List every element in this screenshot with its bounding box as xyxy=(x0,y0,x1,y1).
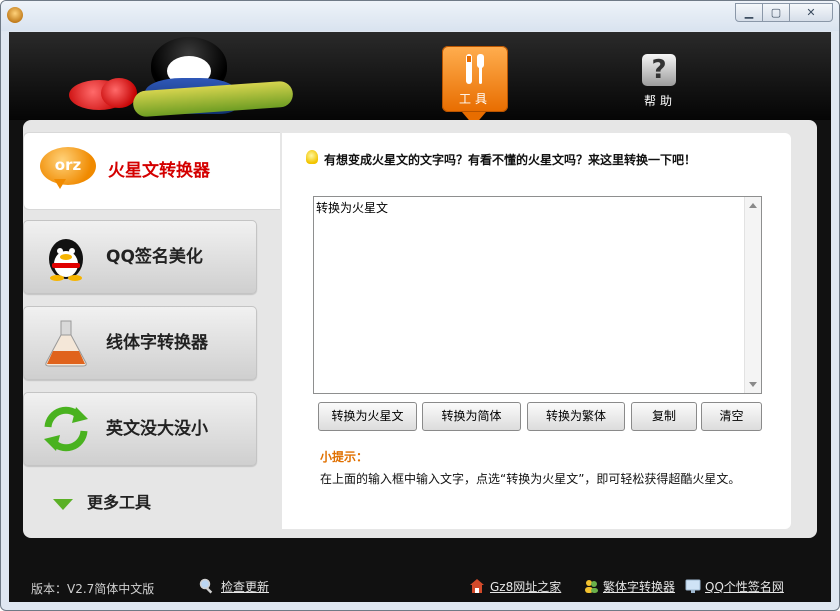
nav-tools-label: 工具 xyxy=(458,92,491,106)
help-icon: ? xyxy=(642,54,676,86)
tips-title: 小提示： xyxy=(320,450,369,464)
scroll-up-icon[interactable] xyxy=(749,203,757,208)
maximize-button[interactable]: ▢ xyxy=(762,3,790,22)
sidebar-item-martian[interactable]: orz 火星文转换器 xyxy=(23,132,280,210)
window-controls: ▁ ▢ ✕ xyxy=(735,3,833,22)
sidebar-item-label: 线体字转换器 xyxy=(106,333,208,353)
minimize-icon: ▁ xyxy=(744,6,754,19)
orz-bubble-tail xyxy=(54,179,66,189)
input-textarea[interactable]: 转换为火星文 xyxy=(313,196,762,394)
maximize-icon: ▢ xyxy=(770,6,782,19)
monitor-icon xyxy=(685,579,701,593)
chevron-down-icon xyxy=(53,499,73,510)
sidebar-item-qq-signature[interactable]: QQ签名美化 xyxy=(23,220,257,294)
lightbulb-icon xyxy=(306,150,318,164)
sidebar-item-case-converter[interactable]: 英文没大没小 xyxy=(23,392,257,466)
flask-icon xyxy=(45,320,87,367)
tools-icon xyxy=(466,54,484,84)
nav-help-button[interactable]: ? 帮助 xyxy=(627,46,693,112)
orz-bubble-icon: orz xyxy=(40,147,96,185)
convert-to-simplified-button[interactable]: 转换为简体 xyxy=(422,402,521,431)
close-button[interactable]: ✕ xyxy=(789,3,833,22)
app-window: ▁ ▢ ✕ 工具 ? 帮助 orz 火星文转换器 QQ签名美化 线体字转换器 英… xyxy=(0,0,840,611)
refresh-arrows-icon xyxy=(44,406,88,452)
app-logo xyxy=(55,34,315,118)
footer-link-gz8[interactable]: Gz8网址之家 xyxy=(490,578,561,595)
sidebar: orz 火星文转换器 QQ签名美化 线体字转换器 英文没大没小 更多工具 xyxy=(23,132,280,528)
magnifier-icon xyxy=(199,578,213,594)
sidebar-item-label: QQ签名美化 xyxy=(106,247,203,267)
nav-tools-button[interactable]: 工具 xyxy=(442,46,508,112)
more-tools-label: 更多工具 xyxy=(87,493,152,512)
close-icon: ✕ xyxy=(806,6,816,19)
check-update-link[interactable]: 检查更新 xyxy=(221,578,269,595)
clear-button[interactable]: 清空 xyxy=(701,402,762,431)
scroll-down-icon[interactable] xyxy=(749,382,757,387)
sidebar-item-line-font[interactable]: 线体字转换器 xyxy=(23,306,257,380)
version-label: 版本：V2.7简体中文版 xyxy=(31,582,155,596)
tips-body: 在上面的输入框中输入文字，点选“转换为火星文”，即可轻松获得超酷火星文。 xyxy=(320,472,741,486)
status-footer: 版本：V2.7简体中文版 检查更新 Gz8网址之家 繁体字转换器 QQ个性签名网 xyxy=(9,548,831,602)
sidebar-item-label: 英文没大没小 xyxy=(106,419,208,439)
title-bar[interactable]: ▁ ▢ ✕ xyxy=(1,1,839,31)
converter-content: 有想变成火星文的文字吗？有看不懂的火星文吗？来这里转换一下吧！ 转换为火星文 转… xyxy=(282,133,791,529)
header-bar: 工具 ? 帮助 xyxy=(9,32,831,126)
top-hint-text: 有想变成火星文的文字吗？有看不懂的火星文吗？来这里转换一下吧！ xyxy=(324,153,697,167)
top-hint: 有想变成火星文的文字吗？有看不懂的火星文吗？来这里转换一下吧！ xyxy=(306,150,697,168)
users-icon xyxy=(585,580,598,593)
convert-to-martian-button[interactable]: 转换为火星文 xyxy=(318,402,417,431)
app-icon[interactable] xyxy=(7,7,23,23)
nav-help-label: 帮助 xyxy=(643,94,676,108)
logo-bubble-right xyxy=(101,78,137,108)
sidebar-item-label: 火星文转换器 xyxy=(108,161,210,181)
home-icon xyxy=(470,579,484,593)
convert-to-traditional-button[interactable]: 转换为繁体 xyxy=(527,402,625,431)
copy-button[interactable]: 复制 xyxy=(631,402,697,431)
footer-link-qq-signature-site[interactable]: QQ个性签名网 xyxy=(705,578,784,595)
input-value: 转换为火星文 xyxy=(316,201,389,215)
minimize-button[interactable]: ▁ xyxy=(735,3,763,22)
qq-penguin-icon xyxy=(49,239,83,281)
vertical-scrollbar[interactable] xyxy=(744,197,761,393)
footer-link-traditional-converter[interactable]: 繁体字转换器 xyxy=(603,578,675,595)
more-tools-link[interactable]: 更多工具 xyxy=(53,490,253,516)
client-area: 工具 ? 帮助 orz 火星文转换器 QQ签名美化 线体字转换器 英文没大没小 … xyxy=(9,32,831,602)
